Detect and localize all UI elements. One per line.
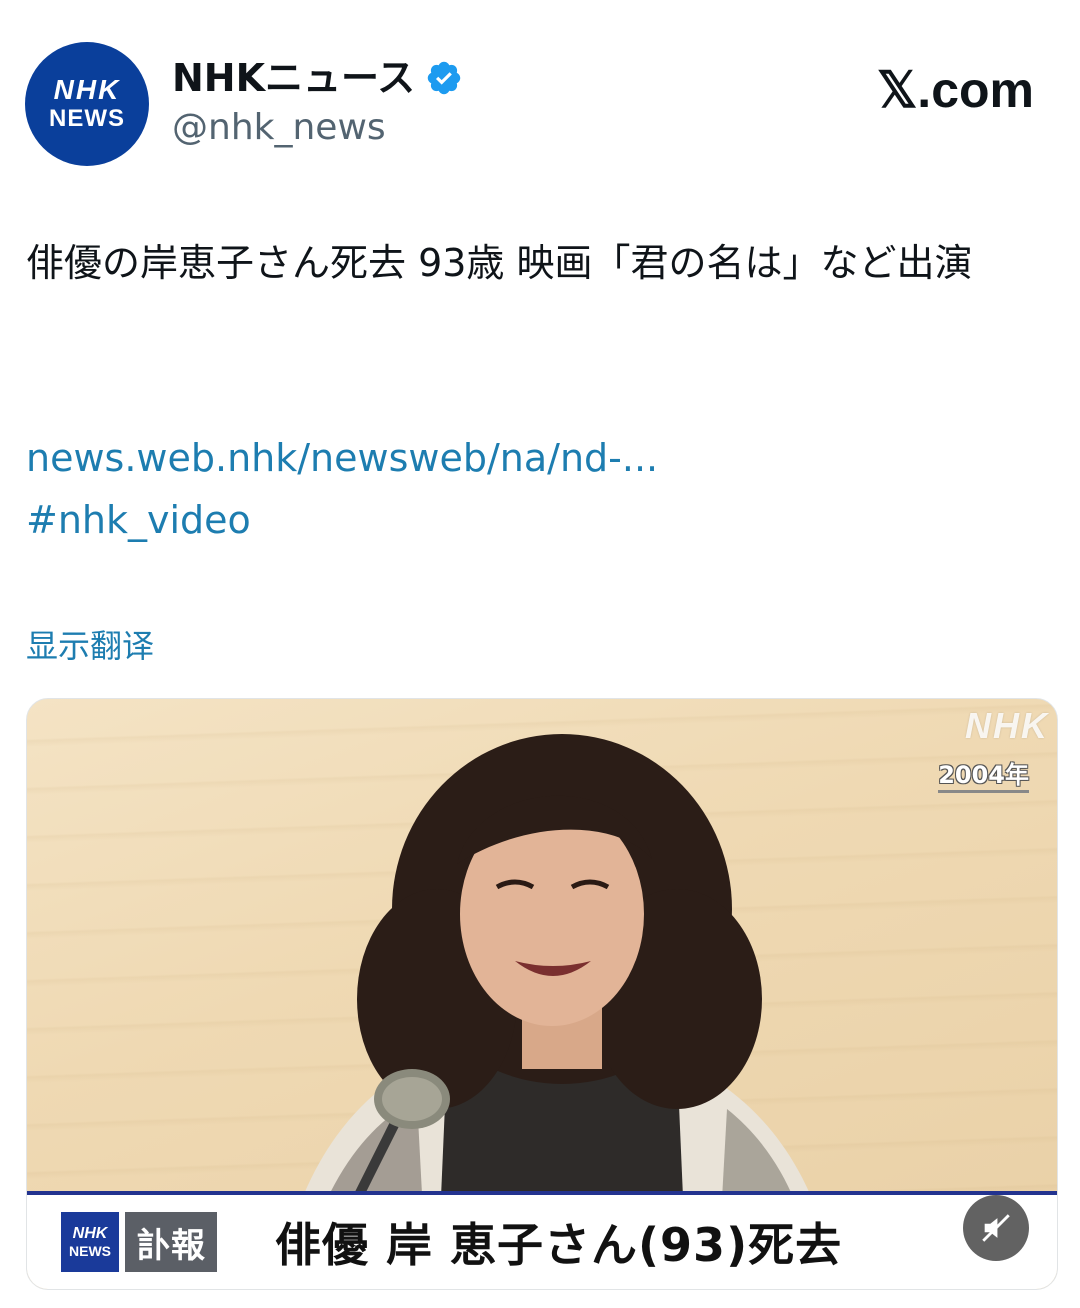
- speaker-muted-icon: [982, 1214, 1010, 1242]
- news-caption-bar: NHK NEWS 訃報 俳優 岸 恵子さん(93)死去: [27, 1191, 1057, 1289]
- year-label: 2004年: [938, 755, 1029, 793]
- caption-logo-line2: NEWS: [69, 1243, 111, 1259]
- account-avatar[interactable]: NHK NEWS: [25, 42, 149, 166]
- show-translation-button[interactable]: 显示翻译: [26, 622, 154, 670]
- account-display-name[interactable]: NHKニュース: [172, 54, 463, 102]
- x-com-logo: 𝕏.com: [877, 62, 1034, 118]
- tweet-link[interactable]: news.web.nhk/newsweb/na/nd-...: [26, 430, 658, 486]
- caption-logo-line1: NHK: [72, 1225, 108, 1242]
- tweet-text: 俳優の岸恵子さん死去 93歳 映画「君の名は」など出演: [26, 241, 973, 285]
- caption-nhk-logo: NHK NEWS: [61, 1212, 119, 1272]
- verified-badge-icon: [427, 61, 461, 95]
- video-media[interactable]: NHK 2004年 NHK NEWS 訃報 俳優 岸 恵子さん(93)死去: [26, 698, 1058, 1290]
- nhk-watermark: NHK: [965, 705, 1049, 746]
- avatar-line1: NHK: [53, 74, 121, 105]
- hashtag-link[interactable]: #nhk_video: [26, 492, 251, 548]
- mute-button[interactable]: [963, 1195, 1029, 1261]
- display-name-text: NHKニュース: [172, 56, 416, 100]
- caption-headline: 俳優 岸 恵子さん(93)死去: [275, 1218, 843, 1272]
- account-handle[interactable]: @nhk_news: [172, 104, 386, 152]
- tweet-header: NHK NEWS NHKニュース @nhk_news 𝕏.com: [0, 0, 1080, 180]
- caption-tag: 訃報: [125, 1212, 217, 1272]
- avatar-line2: NEWS: [49, 105, 125, 132]
